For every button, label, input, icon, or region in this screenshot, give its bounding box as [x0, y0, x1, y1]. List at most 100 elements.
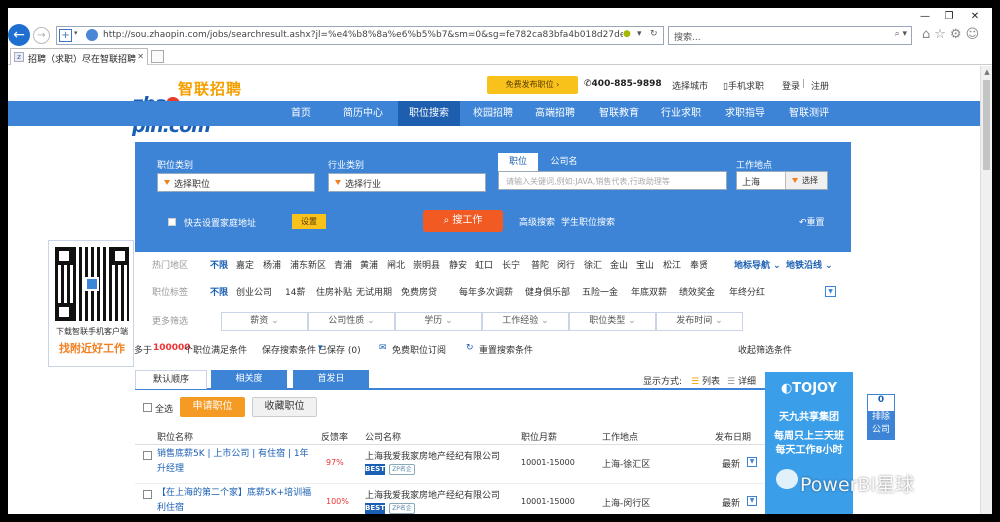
post-job-button[interactable]: 免费发布职位 ›: [487, 76, 578, 94]
student-search-link[interactable]: 学生职位搜索: [561, 215, 615, 228]
filter-dropdown-4[interactable]: 职位类型 ⌄: [569, 312, 656, 331]
register-link[interactable]: 注册: [811, 79, 829, 92]
industry-select[interactable]: 选择行业: [328, 173, 486, 192]
job-row[interactable]: 【在上海的第二个家】底薪5K+培训福利住宿 100% 上海我爱我家房地产经纪有限…: [135, 485, 851, 514]
apply-job-button[interactable]: 申请职位: [180, 397, 245, 417]
close-icon[interactable]: ✕: [137, 52, 144, 61]
hot-area-item-6[interactable]: 闸北: [387, 258, 405, 271]
expand-tags-icon[interactable]: ▼: [825, 286, 836, 297]
minimize-button[interactable]: —: [916, 10, 934, 24]
tab-relevance[interactable]: 相关度: [211, 370, 287, 389]
tag-item-10[interactable]: 绩效奖金: [679, 285, 715, 298]
subscribe-link[interactable]: 免费职位订阅: [392, 343, 446, 356]
scroll-up-icon[interactable]: ▲: [982, 68, 992, 76]
app-qr-box[interactable]: 下载智联手机客户端 找附近好工作: [48, 240, 134, 367]
tab-company[interactable]: 公司名: [543, 153, 585, 171]
collect-job-button[interactable]: 收藏职位: [252, 397, 317, 417]
job-title-link[interactable]: 销售底薪5K | 上市公司 | 有住宿 | 1年升经理: [157, 447, 317, 477]
tag-item-1[interactable]: 创业公司: [236, 285, 272, 298]
hot-area-item-13[interactable]: 徐汇: [584, 258, 602, 271]
hot-area-item-15[interactable]: 宝山: [636, 258, 654, 271]
location-choose-button[interactable]: 选择: [785, 172, 827, 189]
mobile-job-link[interactable]: ▯手机求职: [723, 79, 764, 92]
hot-area-item-1[interactable]: 嘉定: [236, 258, 254, 271]
nav-campus[interactable]: 校园招聘: [462, 101, 524, 126]
refresh-icon[interactable]: ↻: [650, 29, 658, 39]
tag-item-0[interactable]: 不限: [210, 285, 228, 298]
tag-item-9[interactable]: 年底双薪: [631, 285, 667, 298]
reset-condition-link[interactable]: 重置搜索条件: [479, 343, 533, 356]
tab-position[interactable]: 职位: [498, 153, 538, 171]
job-checkbox[interactable]: [143, 490, 152, 499]
nav-guide[interactable]: 求职指导: [714, 101, 776, 126]
location-select[interactable]: 上海 选择: [736, 171, 828, 190]
login-link[interactable]: 登录: [782, 79, 800, 92]
search-jobs-button[interactable]: ⌕ 搜工作: [423, 210, 503, 232]
landmark-nav-dropdown[interactable]: 地标导航 ⌄: [734, 258, 781, 271]
chevron-down-icon[interactable]: ▾: [74, 29, 78, 37]
browser-search-box[interactable]: 搜索... ⌕ ▾: [668, 26, 912, 45]
job-row[interactable]: 销售底薪5K | 上市公司 | 有住宿 | 1年升经理 97% 上海我爱我家房地…: [135, 446, 851, 484]
job-company-link[interactable]: 上海我爱我家房地产经纪有限公司: [365, 488, 500, 501]
expand-row-icon[interactable]: ▼: [747, 457, 757, 467]
tag-item-3[interactable]: 住房补贴: [316, 285, 352, 298]
forward-button[interactable]: →: [33, 27, 50, 44]
tab-default-order[interactable]: 默认顺序: [135, 370, 207, 389]
lightning-icon[interactable]: ●: [623, 29, 631, 39]
nav-assessment[interactable]: 智联测评: [778, 101, 840, 126]
tag-item-7[interactable]: 健身俱乐部: [525, 285, 570, 298]
url-text[interactable]: http://sou.zhaopin.com/jobs/searchresult…: [103, 30, 623, 40]
hot-area-item-12[interactable]: 闵行: [557, 258, 575, 271]
search-icon[interactable]: ⌕ ▾: [895, 29, 907, 39]
job-company-link[interactable]: 上海我爱我家房地产经纪有限公司: [365, 449, 500, 462]
tab-first-publish[interactable]: 首发日: [293, 370, 369, 389]
job-title-link[interactable]: 【在上海的第二个家】底薪5K+培训福利住宿: [157, 486, 317, 514]
job-checkbox[interactable]: [143, 451, 152, 460]
hot-area-item-4[interactable]: 青浦: [334, 258, 352, 271]
tag-item-11[interactable]: 年终分红: [729, 285, 765, 298]
keyword-input[interactable]: 请输入关键词,例如:JAVA,销售代表,行政助理等: [498, 171, 727, 190]
advanced-search-link[interactable]: 高级搜索: [519, 215, 555, 228]
hot-area-item-7[interactable]: 崇明县: [413, 258, 440, 271]
address-bar[interactable]: + ▾ http://sou.zhaopin.com/jobs/searchre…: [56, 26, 664, 45]
hot-area-item-3[interactable]: 浦东新区: [290, 258, 326, 271]
expand-row-icon[interactable]: ▼: [747, 496, 757, 506]
scroll-thumb[interactable]: [983, 80, 990, 170]
hot-area-item-10[interactable]: 长宁: [502, 258, 520, 271]
filter-dropdown-2[interactable]: 学历 ⌄: [395, 312, 482, 331]
back-button[interactable]: ←: [8, 24, 30, 46]
tag-item-6[interactable]: 每年多次调薪: [459, 285, 513, 298]
hot-area-item-2[interactable]: 杨浦: [263, 258, 281, 271]
browser-tab[interactable]: z 招聘（求职）尽在智联招聘 ✕: [10, 48, 148, 65]
tag-item-2[interactable]: 14薪: [285, 285, 305, 298]
list-mode-toggle[interactable]: ☰ 列表: [691, 374, 720, 387]
tag-item-4[interactable]: 无试用期: [356, 285, 392, 298]
select-city-link[interactable]: 选择城市: [672, 79, 708, 92]
hot-area-item-17[interactable]: 奉贤: [690, 258, 708, 271]
filter-dropdown-1[interactable]: 公司性质 ⌄: [308, 312, 395, 331]
filter-dropdown-0[interactable]: 薪资 ⌄: [221, 312, 308, 331]
compat-icon[interactable]: +: [59, 29, 72, 42]
hot-area-item-0[interactable]: 不限: [210, 258, 228, 271]
subway-line-dropdown[interactable]: 地铁沿线 ⌄: [786, 258, 833, 271]
hot-area-item-14[interactable]: 金山: [610, 258, 628, 271]
restore-button[interactable]: ❐: [940, 10, 958, 24]
save-condition-link[interactable]: 保存搜索条件: [262, 343, 316, 356]
detail-mode-toggle[interactable]: ☰ 详细: [727, 374, 756, 387]
tag-item-8[interactable]: 五险一金: [582, 285, 618, 298]
home-address-checkbox[interactable]: [168, 218, 176, 226]
close-button[interactable]: ✕: [966, 10, 984, 24]
hot-area-item-16[interactable]: 松江: [663, 258, 681, 271]
filter-dropdown-5[interactable]: 发布时间 ⌄: [656, 312, 743, 331]
nav-highend[interactable]: 高端招聘: [524, 101, 586, 126]
hot-area-item-8[interactable]: 静安: [449, 258, 467, 271]
nav-industry[interactable]: 行业求职: [650, 101, 712, 126]
chevron-down-icon[interactable]: ▾: [637, 29, 642, 39]
nav-job-search[interactable]: 职位搜索: [398, 101, 460, 126]
page-scrollbar[interactable]: ▲: [980, 66, 992, 514]
set-address-button[interactable]: 设置: [292, 214, 326, 229]
nav-resume[interactable]: 简历中心: [332, 101, 394, 126]
select-all-checkbox[interactable]: [143, 403, 152, 412]
home-icon[interactable]: ⌂: [922, 27, 934, 42]
smiley-icon[interactable]: ☺: [966, 27, 984, 42]
